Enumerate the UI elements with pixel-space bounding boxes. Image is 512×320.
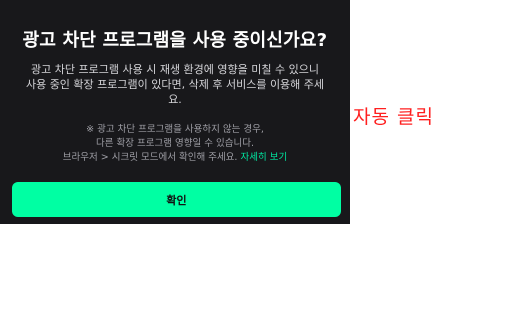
dialog-description: 광고 차단 프로그램 사용 시 재생 환경에 영향을 미칠 수 있으니 사용 중…: [10, 62, 340, 107]
details-link[interactable]: 자세히 보기: [240, 152, 287, 163]
notice-line-text: 브라우저 > 시크릿 모드에서 확인해 주세요.: [62, 152, 238, 163]
description-line: 요.: [168, 93, 182, 106]
confirm-button[interactable]: 확인: [12, 182, 341, 217]
notice-line: ※ 광고 차단 프로그램을 사용하지 않는 경우,: [86, 124, 264, 135]
auto-click-annotation: 자동 클릭: [353, 106, 434, 128]
notice-line: 브라우저 > 시크릿 모드에서 확인해 주세요. 자세히 보기: [10, 151, 340, 165]
adblock-dialog: 광고 차단 프로그램을 사용 중이신가요? 광고 차단 프로그램 사용 시 재생…: [0, 0, 350, 224]
dialog-title: 광고 차단 프로그램을 사용 중이신가요?: [22, 30, 328, 51]
dialog-notice: ※ 광고 차단 프로그램을 사용하지 않는 경우, 다른 확장 프로그램 영향일…: [10, 123, 340, 165]
description-line: 사용 중인 확장 프로그램이 있다면, 삭제 후 서비스를 이용해 주세: [25, 78, 325, 91]
description-line: 광고 차단 프로그램 사용 시 재생 환경에 영향을 미칠 수 있으니: [31, 63, 319, 76]
notice-line: 다른 확장 프로그램 영향일 수 있습니다.: [96, 138, 254, 149]
